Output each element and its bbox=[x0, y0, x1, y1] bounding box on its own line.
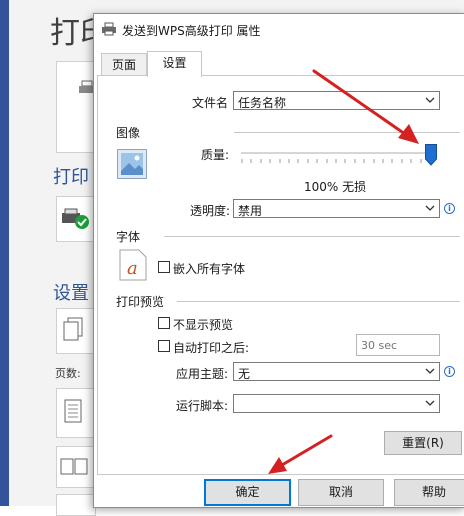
quality-slider[interactable] bbox=[241, 144, 437, 166]
pages-option-tile[interactable] bbox=[56, 308, 96, 354]
hide-preview-label: 不显示预览 bbox=[173, 318, 234, 332]
backstage-section-settings: 设置 bbox=[53, 283, 89, 304]
embed-fonts-checkbox[interactable] bbox=[158, 261, 170, 273]
dialog-title: 发送到WPS高级打印 属性 bbox=[122, 24, 261, 38]
preview-section-heading: 打印预览 bbox=[116, 295, 165, 309]
print-button-tile[interactable] bbox=[56, 61, 96, 153]
chevron-down-icon bbox=[425, 368, 435, 374]
font-section-divider bbox=[164, 236, 460, 237]
chevron-down-icon bbox=[425, 97, 435, 103]
auto-print-delay-field[interactable] bbox=[357, 335, 439, 355]
dialog-titlebar[interactable]: 发送到WPS高级打印 属性 bbox=[94, 14, 464, 44]
image-section-heading: 图像 bbox=[116, 126, 141, 140]
quality-slider-thumb[interactable] bbox=[425, 144, 437, 166]
printer-ready-icon bbox=[62, 208, 89, 229]
printer-select-tile[interactable] bbox=[56, 196, 96, 242]
quality-value: 100% 无损 bbox=[304, 180, 367, 194]
theme-label: 应用主题: bbox=[176, 367, 229, 381]
theme-select[interactable]: 无 bbox=[233, 362, 440, 381]
help-button[interactable]: 帮助 bbox=[394, 479, 464, 506]
backstage-pages-label: 页数: bbox=[55, 367, 81, 380]
auto-print-delay-input[interactable] bbox=[356, 334, 440, 356]
backstage-section-print: 打印 bbox=[53, 167, 89, 188]
layout-option-tile[interactable] bbox=[56, 388, 96, 438]
auto-print-checkbox[interactable] bbox=[158, 340, 170, 352]
more-option-tile[interactable] bbox=[56, 494, 96, 516]
printer-properties-dialog: 发送到WPS高级打印 属性 页面 设置 文件名 任务名称 图像 质量: 100%… bbox=[93, 13, 464, 508]
quality-slider-ticks bbox=[241, 159, 431, 163]
svg-text:a: a bbox=[127, 258, 138, 279]
font-section-heading: 字体 bbox=[116, 230, 141, 244]
left-accent-strip bbox=[0, 0, 9, 506]
theme-info-icon[interactable]: i bbox=[444, 366, 455, 377]
quality-label: 质量: bbox=[201, 148, 230, 162]
tab-settings[interactable]: 设置 bbox=[147, 51, 202, 77]
transparency-label: 透明度: bbox=[190, 204, 231, 218]
multi-page-icon bbox=[60, 458, 88, 475]
settings-tab-panel bbox=[97, 75, 464, 475]
reset-button[interactable]: 重置(R) bbox=[384, 431, 462, 455]
quality-slider-track bbox=[241, 152, 431, 154]
filename-select[interactable]: 任务名称 bbox=[233, 91, 440, 110]
transparency-select[interactable]: 禁用 bbox=[233, 199, 440, 218]
ok-button[interactable]: 确定 bbox=[204, 479, 291, 506]
chevron-down-icon bbox=[425, 205, 435, 211]
hide-preview-checkbox[interactable] bbox=[158, 317, 170, 329]
transparency-value: 禁用 bbox=[238, 204, 263, 218]
filename-label: 文件名 bbox=[192, 96, 229, 110]
chevron-down-icon bbox=[425, 400, 435, 406]
preview-section-divider bbox=[177, 301, 460, 302]
script-select[interactable] bbox=[233, 394, 440, 413]
image-quality-icon bbox=[117, 149, 147, 179]
tab-page[interactable]: 页面 bbox=[101, 53, 147, 77]
image-section-divider bbox=[234, 132, 460, 133]
page-layout-icon bbox=[64, 399, 82, 423]
printer-icon bbox=[102, 22, 116, 36]
cancel-button[interactable]: 取消 bbox=[298, 479, 384, 506]
auto-print-label: 自动打印之后: bbox=[173, 341, 250, 355]
embed-fonts-label: 嵌入所有字体 bbox=[173, 262, 246, 276]
multipage-option-tile[interactable] bbox=[56, 446, 96, 488]
font-icon: a bbox=[119, 249, 147, 281]
filename-value: 任务名称 bbox=[238, 96, 287, 110]
script-label: 运行脚本: bbox=[176, 399, 229, 413]
pages-icon bbox=[63, 317, 83, 341]
transparency-info-icon[interactable]: i bbox=[444, 203, 455, 214]
theme-value: 无 bbox=[238, 367, 251, 381]
